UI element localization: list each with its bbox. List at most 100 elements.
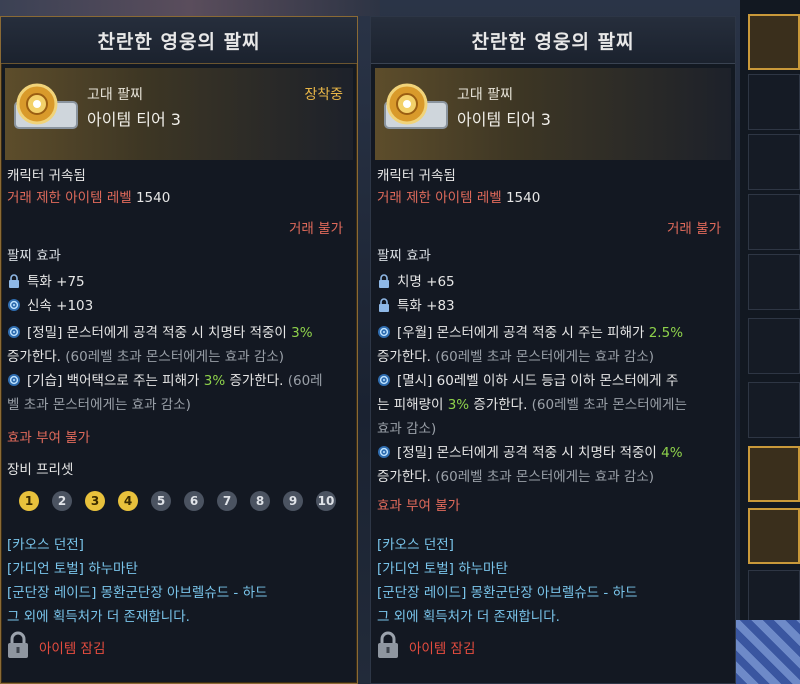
effect-note: (60레벨 초과 몬스터에게는 효과 감소) [430, 349, 655, 365]
source-item: [군단장 레이드] 몽환군단장 아브렐슈드 - 하드 [7, 585, 268, 601]
inventory-slot-spear[interactable] [748, 446, 800, 502]
preset-button[interactable]: 5 [151, 491, 171, 511]
level-label: 거래 제한 아이템 레벨 [7, 190, 132, 206]
equipped-badge: 장착중 [304, 87, 343, 103]
inventory-slot[interactable] [748, 74, 800, 130]
inventory-slot[interactable] [748, 318, 800, 374]
bracelet-icon [14, 83, 78, 129]
no-grant-text: 효과 부여 불가 [377, 498, 461, 514]
source-item: 그 외에 획득처가 더 존재합니다. [7, 609, 190, 625]
background-strip [0, 0, 380, 16]
padlock-icon [8, 631, 28, 658]
source-item: [카오스 던전] [377, 537, 454, 553]
source-item: 그 외에 획득처가 더 존재합니다. [377, 609, 560, 625]
right-item-tooltip: 찬란한 영웅의 팔찌 고대 팔찌 아이템 티어 3 캐릭터 귀속됨 거래 제한 … [370, 16, 736, 684]
item-summary: 고대 팔찌 아이템 티어 3 [375, 68, 731, 160]
inventory-slot-bracelet[interactable] [748, 14, 800, 70]
inventory-slot[interactable] [748, 382, 800, 438]
inventory-slot[interactable] [748, 194, 800, 250]
source-list: [카오스 던전] [가디언 토벌] 하누마탄 [군단장 레이드] 몽환군단장 아… [7, 533, 267, 629]
effect-note: 효과 감소) [377, 421, 437, 437]
effect-note: (60레벨 초과 몬스터에게는 [527, 397, 687, 413]
preset-button[interactable]: 3 [85, 491, 105, 511]
swirl-icon [8, 326, 20, 338]
no-grant-text: 효과 부여 불가 [7, 430, 91, 446]
item-level-line: 거래 제한 아이템 레벨 1540 [377, 187, 540, 209]
effect-text: [정밀] 몬스터에게 공격 적중 시 치명타 적중이 [27, 325, 292, 341]
effect-note: (60레벨 초과 몬스터에게는 효과 감소) [430, 469, 655, 485]
item-grade: 고대 팔찌 [457, 87, 513, 103]
effect-text: 증가한다. [377, 469, 431, 485]
swirl-icon [378, 374, 390, 386]
effect-value: 3% [203, 373, 226, 389]
source-item: [가디언 토벌] 하누마탄 [7, 561, 138, 577]
effect-title: 팔찌 효과 [377, 248, 431, 264]
preset-button[interactable]: 4 [118, 491, 138, 511]
stat-line: 치명 +65 [377, 271, 455, 293]
swirl-icon [378, 326, 390, 338]
inventory-slot[interactable] [748, 254, 800, 310]
effect-value: 3% [447, 397, 470, 413]
item-tier: 아이템 티어 3 [457, 110, 551, 129]
preset-button[interactable]: 2 [52, 491, 72, 511]
item-grade: 고대 팔찌 [87, 87, 143, 103]
swirl-icon [8, 299, 20, 311]
preset-button[interactable]: 1 [19, 491, 39, 511]
effect-text: 는 피해량이 [377, 397, 448, 413]
source-item: [가디언 토벌] 하누마탄 [377, 561, 508, 577]
effect-text: [기습] 백어택으로 주는 피해가 [27, 373, 204, 389]
preset-button[interactable]: 7 [217, 491, 237, 511]
preset-button[interactable]: 8 [250, 491, 270, 511]
lock-icon [9, 274, 19, 288]
trade-status: 거래 불가 [667, 221, 721, 237]
source-item: [군단장 레이드] 몽환군단장 아브렐슈드 - 하드 [377, 585, 638, 601]
inventory-slot-easel[interactable] [748, 508, 800, 564]
preset-button[interactable]: 9 [283, 491, 303, 511]
level-label: 거래 제한 아이템 레벨 [377, 190, 502, 206]
level-value: 1540 [505, 190, 541, 206]
stat-line: 신속 +103 [7, 295, 93, 317]
trade-status: 거래 불가 [289, 221, 343, 237]
preset-title: 장비 프리셋 [7, 462, 74, 478]
item-summary: 고대 팔찌 아이템 티어 3 장착중 [5, 68, 353, 160]
stat-text: 신속 +103 [27, 298, 94, 314]
effect-note: (60레벨 초과 몬스터에게는 효과 감소) [60, 349, 285, 365]
effect-value: 2.5% [648, 325, 684, 341]
source-item: [카오스 던전] [7, 537, 84, 553]
effect-value: 4% [661, 445, 683, 461]
padlock-icon [378, 631, 398, 658]
left-item-tooltip: 찬란한 영웅의 팔찌 고대 팔찌 아이템 티어 3 장착중 캐릭터 귀속됨 거래… [0, 16, 358, 684]
source-list: [카오스 던전] [가디언 토벌] 하누마탄 [군단장 레이드] 몽환군단장 아… [377, 533, 637, 629]
item-locked-text: 아이템 잠김 [409, 641, 476, 657]
swirl-icon [8, 374, 20, 386]
effect-text: 증가한다. [469, 397, 528, 413]
inventory-slot[interactable] [748, 570, 800, 626]
lock-icon [379, 298, 389, 312]
effect-title: 팔찌 효과 [7, 248, 61, 264]
preset-button[interactable]: 6 [184, 491, 204, 511]
effect-text: [정밀] 몬스터에게 공격 적중 시 치명타 적중이 [397, 445, 662, 461]
stat-text: 특화 +83 [397, 298, 455, 314]
stat-line: 특화 +75 [7, 271, 85, 293]
decorative-pattern [736, 620, 800, 684]
lock-icon [379, 274, 389, 288]
tooltip-title: 찬란한 영웅의 팔찌 [1, 17, 357, 64]
effect-note: 벨 초과 몬스터에게는 효과 감소) [7, 397, 191, 413]
stat-text: 특화 +75 [27, 274, 85, 290]
item-level-line: 거래 제한 아이템 레벨 1540 [7, 187, 170, 209]
swirl-icon [378, 446, 390, 458]
stat-line: 특화 +83 [377, 295, 455, 317]
effect-note: (60레 [283, 373, 323, 389]
bound-text: 캐릭터 귀속됨 [7, 168, 86, 184]
effect-text: [멸시] 60레벨 이하 시드 등급 이하 몬스터에게 주 [397, 373, 679, 389]
inventory-slot[interactable] [748, 134, 800, 190]
stat-text: 치명 +65 [397, 274, 455, 290]
preset-list: 1 2 3 4 5 6 7 8 9 10 [19, 491, 336, 511]
effect-text: [우월] 몬스터에게 공격 적중 시 주는 피해가 [397, 325, 649, 341]
preset-button[interactable]: 10 [316, 491, 336, 511]
bound-text: 캐릭터 귀속됨 [377, 168, 456, 184]
effect-text: 증가한다. [377, 349, 431, 365]
bracelet-icon [384, 83, 448, 129]
level-value: 1540 [135, 190, 171, 206]
item-tier: 아이템 티어 3 [87, 110, 181, 129]
